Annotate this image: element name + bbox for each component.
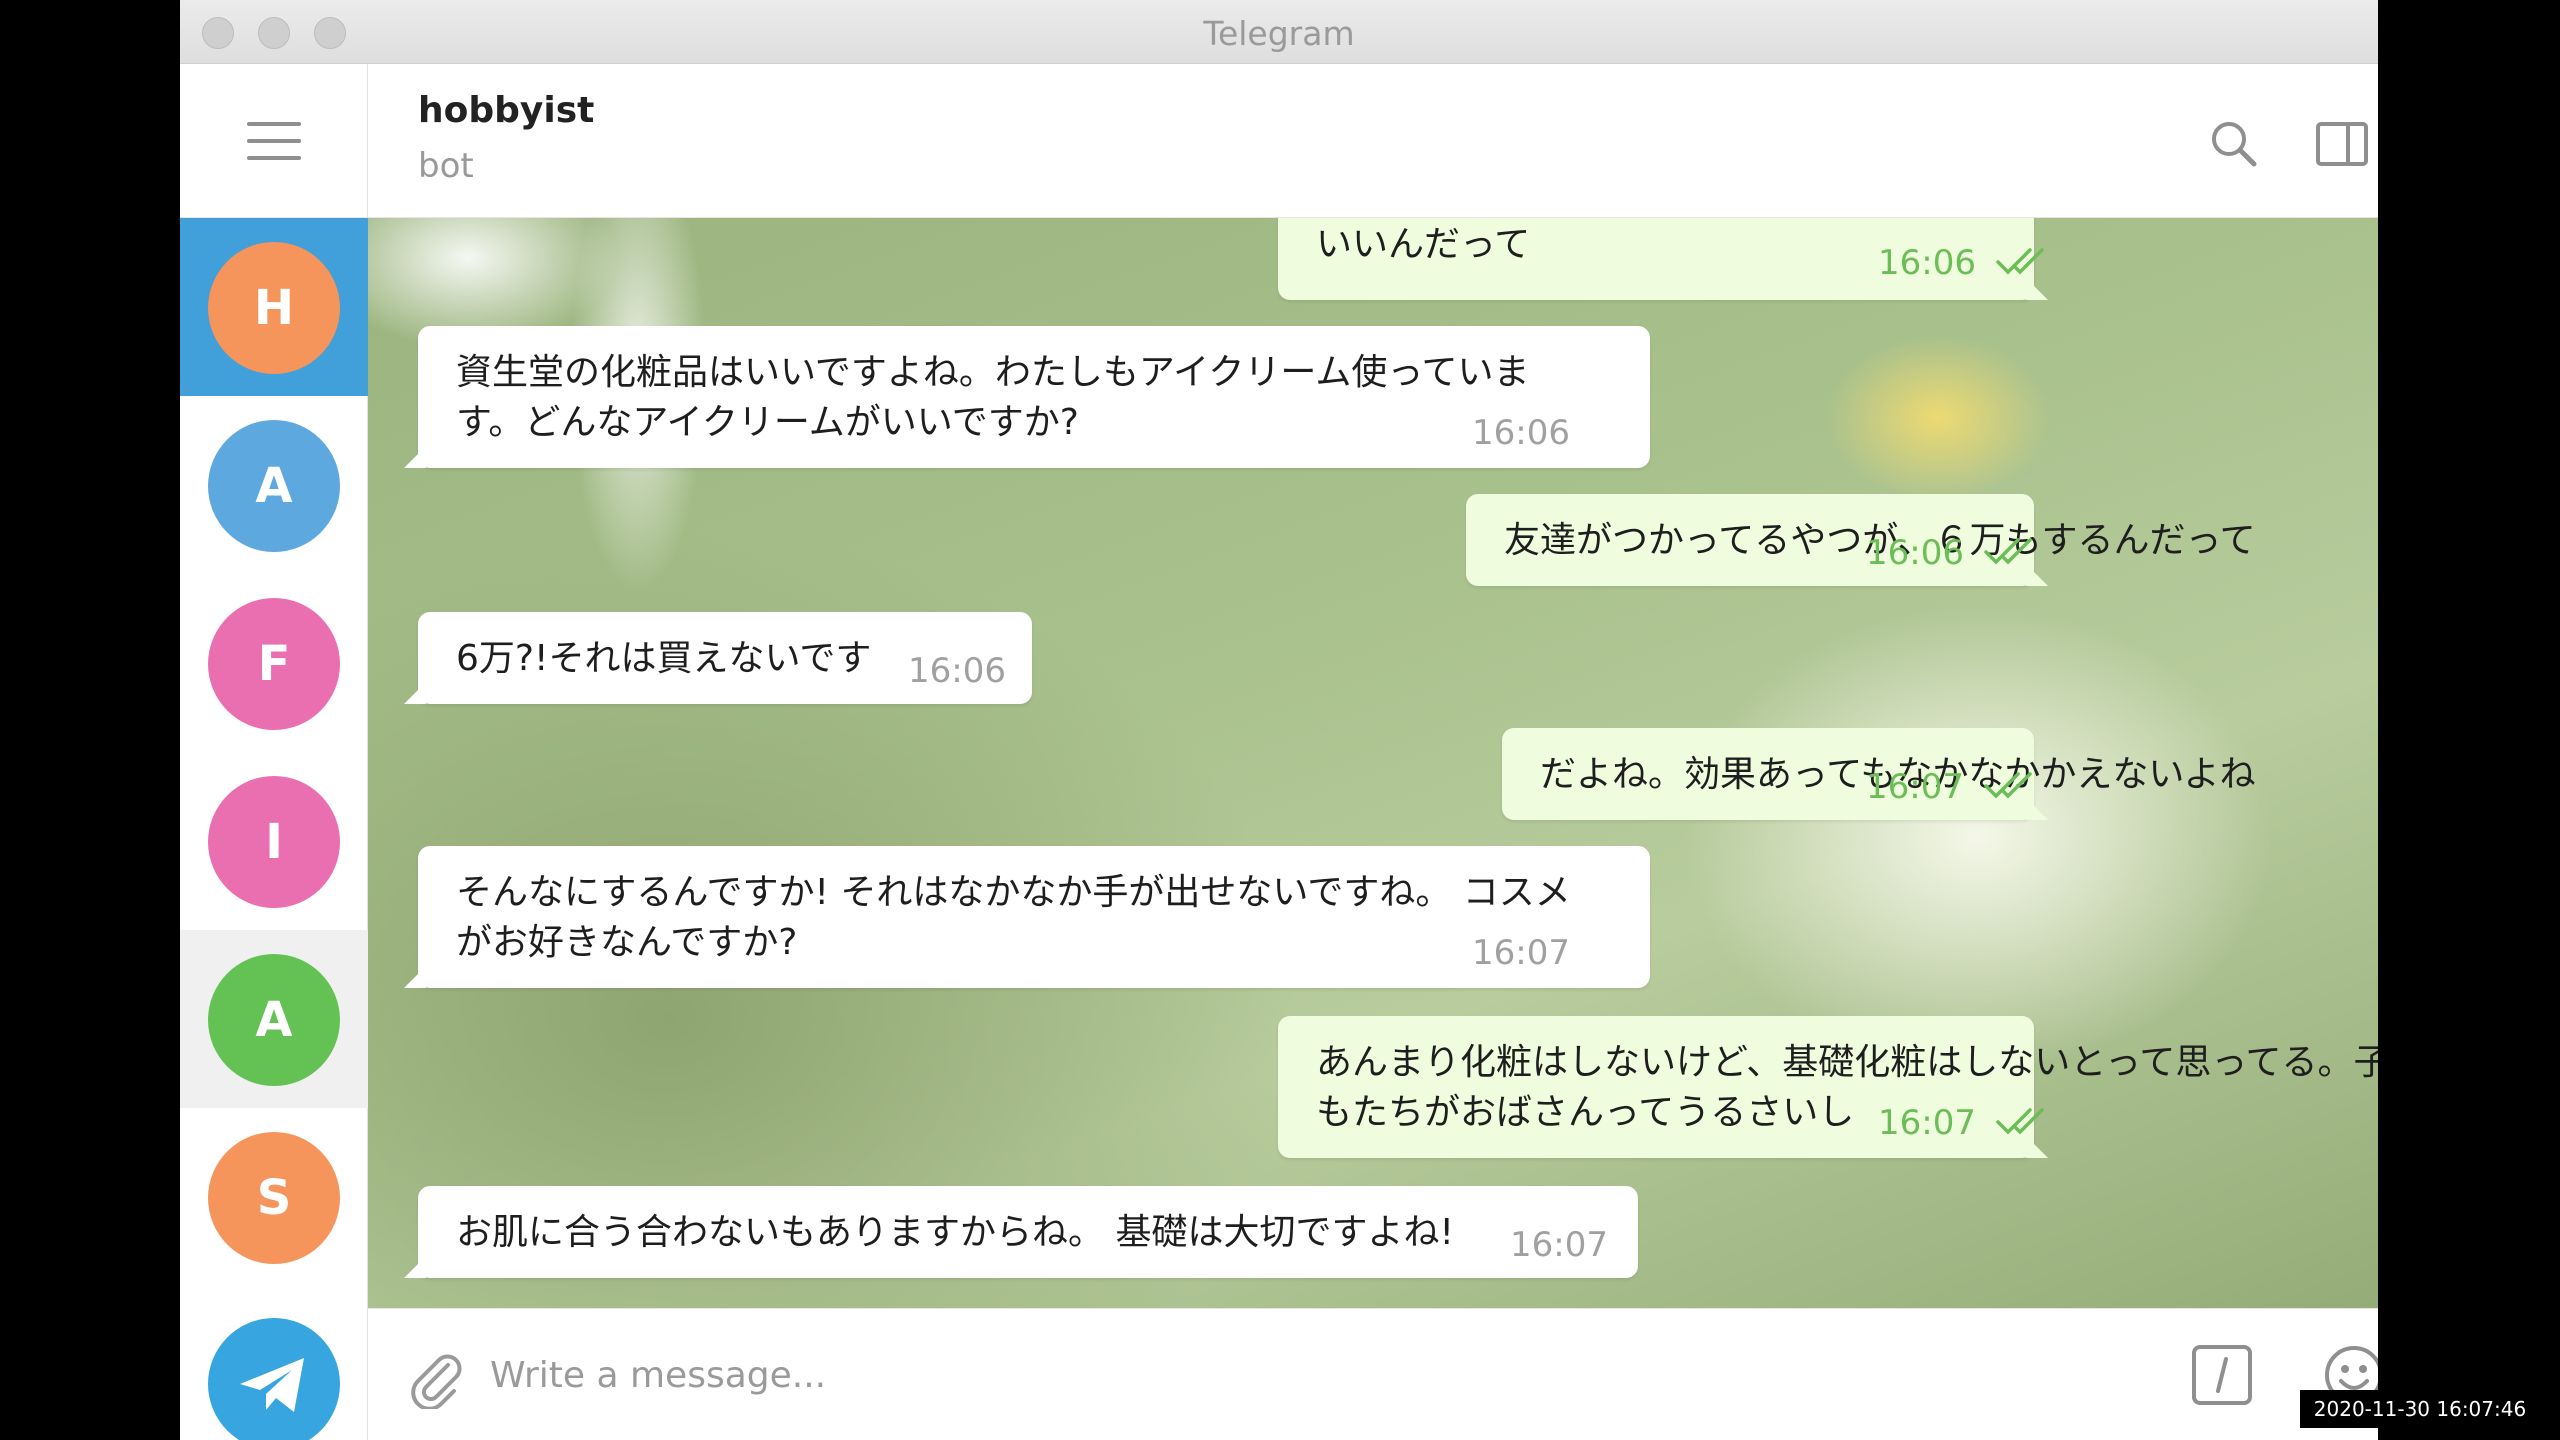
message-time: 16:06	[1472, 413, 1570, 453]
bubble-tail	[2026, 798, 2048, 820]
search-icon[interactable]	[2204, 114, 2264, 174]
dialog-item[interactable]: A	[180, 930, 368, 1108]
avatar: F	[208, 598, 340, 730]
message-line: そんなにするんですか! それはなかなか手が出せないですね。 コスメ	[456, 872, 1571, 913]
avatar: A	[208, 954, 340, 1086]
message-text: あんまり化粧はしないけど、基礎化粧はしないとって思ってる。子ど もたちがおばさんっ…	[1316, 1038, 2378, 1138]
message-line: いいんだって	[1316, 224, 1531, 265]
message-time: 16:06	[1866, 533, 1964, 573]
message-text: いいんだって	[1316, 220, 1530, 270]
message-time: 16:07	[1878, 1103, 1976, 1143]
message-time: 16:06	[1878, 243, 1976, 283]
read-ticks-icon	[1996, 1108, 2044, 1135]
bubble-tail	[2026, 278, 2048, 300]
telegram-plane-icon	[208, 1318, 340, 1440]
incoming-message[interactable]: 資生堂の化粧品はいいですよね。わたしもアイクリーム使っていま す。どんなアイクリー…	[404, 326, 1650, 468]
outgoing-message[interactable]: だよね。効果あってもなかなかかえないよね 16:07	[1502, 728, 2256, 820]
chat-status: bot	[418, 146, 474, 186]
bubble-tail	[2026, 1136, 2048, 1158]
paperclip-icon[interactable]	[404, 1345, 468, 1411]
message-text: そんなにするんですか! それはなかなか手が出せないですね。 コスメ がお好きなんで…	[456, 868, 1571, 968]
message-text: 6万?!それは買えないです	[456, 634, 871, 684]
bubble-tail	[404, 966, 426, 988]
message-history[interactable]: いいんだって 16:06 資生堂の化粧品はいいですよね。わたしもアイクリーム使ってい…	[368, 218, 2378, 1308]
message-line: もたちがおばさんってうるさいし	[1316, 1092, 1855, 1133]
message-line: がお好きなんですか?	[456, 922, 798, 963]
title-bar: Telegram	[180, 0, 2378, 64]
dialog-item[interactable]: A	[180, 396, 368, 574]
message-input[interactable]	[490, 1343, 1990, 1407]
read-ticks-icon	[1984, 538, 2032, 565]
dialog-item[interactable]: I	[180, 752, 368, 930]
chat-header[interactable]: hobbyist bot	[368, 64, 2378, 218]
bot-command-icon[interactable]	[2188, 1341, 2256, 1409]
message-line: あんまり化粧はしないけど、基礎化粧はしないとって思ってる。子ど	[1316, 1042, 2378, 1083]
telegram-window: Telegram HAFIAS hobbyist bot いいんだって 16:0…	[180, 0, 2378, 1440]
bubble-tail	[404, 682, 426, 704]
avatar: S	[208, 1132, 340, 1264]
bubble-tail	[2026, 564, 2048, 586]
incoming-message[interactable]: お肌に合う合わないもありますからね。 基礎は大切ですよね! 16:07	[404, 1186, 1638, 1278]
outgoing-message[interactable]: いいんだって 16:06	[1278, 218, 2048, 300]
bubble-tail	[404, 1256, 426, 1278]
hamburger-icon	[247, 122, 301, 160]
telegram-app-button[interactable]	[180, 1294, 368, 1440]
outgoing-message[interactable]: 友達がつかってるやつが、６万もするんだって 16:06	[1466, 494, 2256, 586]
message-text: お肌に合う合わないもありますからね。 基礎は大切ですよね!	[456, 1208, 1454, 1258]
message-line: お肌に合う合わないもありますからね。 基礎は大切ですよね!	[456, 1212, 1454, 1253]
incoming-message[interactable]: 6万?!それは買えないです 16:06	[404, 612, 1032, 704]
dialog-item[interactable]: S	[180, 1108, 368, 1286]
message-line: 資生堂の化粧品はいいですよね。わたしもアイクリーム使っていま	[456, 352, 1530, 393]
window-title: Telegram	[1203, 14, 1355, 53]
screen-timestamp: 2020-11-30 16:07:46	[2300, 1390, 2540, 1428]
read-ticks-icon	[1996, 248, 2044, 275]
dialog-item[interactable]: F	[180, 574, 368, 752]
message-time: 16:06	[908, 651, 1006, 691]
avatar: I	[208, 776, 340, 908]
dialog-item[interactable]: H	[180, 218, 368, 396]
message-composer	[368, 1308, 2378, 1440]
dialogs-column: HAFIAS	[180, 64, 368, 1440]
incoming-message[interactable]: そんなにするんですか! それはなかなか手が出せないですね。 コスメ がお好きなんで…	[404, 846, 1650, 988]
outgoing-message[interactable]: あんまり化粧はしないけど、基礎化粧はしないとって思ってる。子ど もたちがおばさんっ…	[1278, 1016, 2378, 1158]
message-time: 16:07	[1472, 933, 1570, 973]
message-line: 6万?!それは買えないです	[456, 638, 872, 679]
read-ticks-icon	[1984, 772, 2032, 799]
avatar: H	[208, 242, 340, 374]
chat-title: hobbyist	[418, 90, 595, 131]
main-menu-button[interactable]	[180, 64, 368, 218]
message-line: す。どんなアイクリームがいいですか?	[456, 402, 1079, 443]
message-text: 資生堂の化粧品はいいですよね。わたしもアイクリーム使っていま す。どんなアイクリー…	[456, 348, 1530, 448]
avatar: A	[208, 420, 340, 552]
message-time: 16:07	[1510, 1225, 1608, 1265]
message-time: 16:07	[1866, 767, 1964, 807]
bubble-tail	[404, 446, 426, 468]
sidebar-toggle-icon[interactable]	[2312, 114, 2372, 174]
